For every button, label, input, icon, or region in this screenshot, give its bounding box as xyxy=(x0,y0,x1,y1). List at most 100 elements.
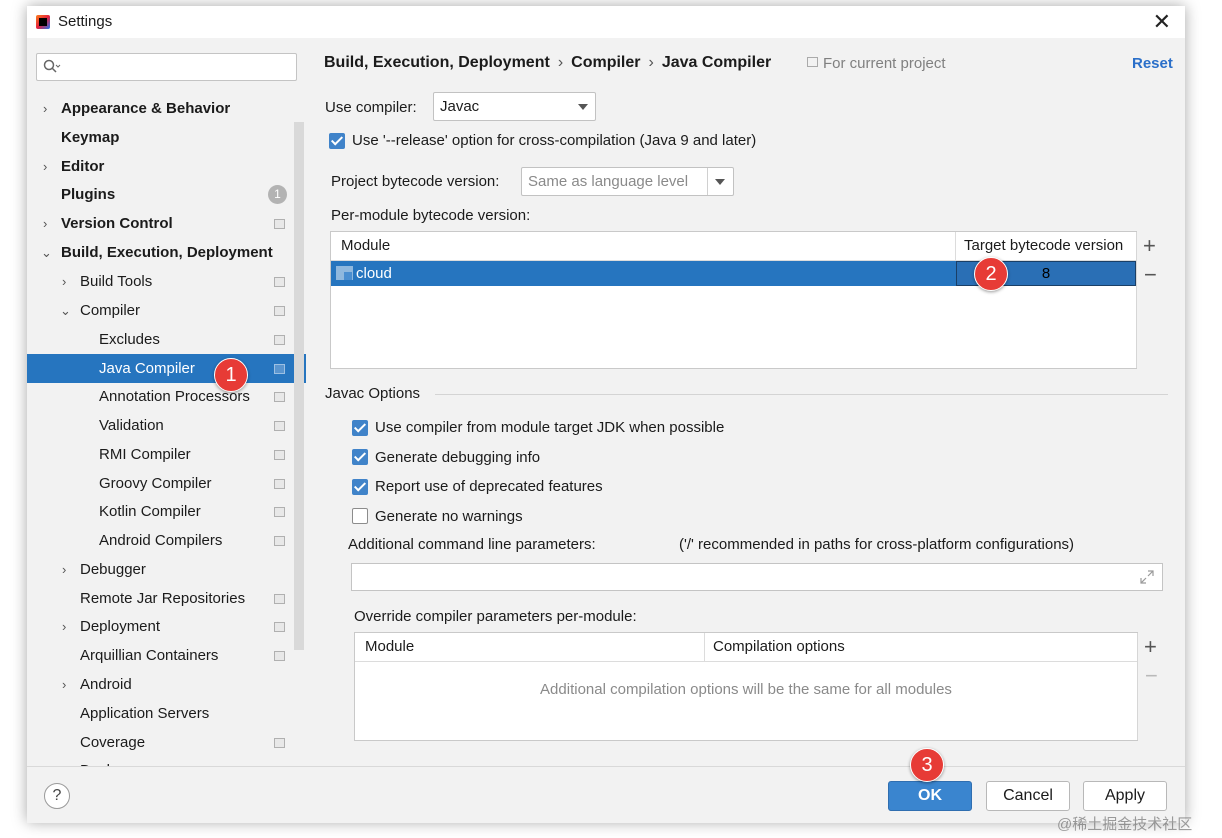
add-icon[interactable]: + xyxy=(1144,634,1157,660)
sidebar-item-android-compilers[interactable]: Android Compilers xyxy=(27,526,306,555)
chevron-down-icon xyxy=(578,104,588,110)
chevron-down-icon: ⌄ xyxy=(60,303,71,318)
sidebar-item-android[interactable]: › Android xyxy=(27,670,306,699)
chevron-right-icon: › xyxy=(62,677,67,692)
release-option-checkbox[interactable] xyxy=(329,133,345,149)
sidebar-item-label: Android Compilers xyxy=(99,532,223,549)
additional-params-input[interactable] xyxy=(351,563,1163,591)
additional-params-label: Additional command line parameters: xyxy=(348,536,596,553)
module-badge-icon xyxy=(344,272,352,280)
window-title: Settings xyxy=(58,13,113,30)
column-header-target[interactable]: Target bytecode version xyxy=(956,232,1136,261)
sidebar-item-build-tools[interactable]: › Build Tools xyxy=(27,267,306,296)
use-compiler-label: Use compiler: xyxy=(325,99,417,116)
project-bytecode-select[interactable]: Same as language level xyxy=(521,167,734,196)
intellij-app-icon xyxy=(36,15,50,29)
use-target-jdk-checkbox[interactable] xyxy=(352,420,368,436)
sidebar-item-arquillian-containers[interactable]: Arquillian Containers xyxy=(27,641,306,670)
sidebar-item-build-execution-deployment[interactable]: ⌄ Build, Execution, Deployment xyxy=(27,238,306,267)
project-scope-icon xyxy=(274,651,285,661)
sidebar-item-editor[interactable]: › Editor xyxy=(27,152,306,181)
sidebar-item-application-servers[interactable]: Application Servers xyxy=(27,699,306,728)
per-module-label: Per-module bytecode version: xyxy=(331,207,531,224)
deprecated-features-checkbox[interactable] xyxy=(352,479,368,495)
updates-count-badge: 1 xyxy=(268,185,287,204)
sidebar-item-java-compiler[interactable]: Java Compiler xyxy=(27,354,306,383)
sidebar-item-label: Java Compiler xyxy=(99,360,195,377)
override-params-toolbar: + − xyxy=(1137,633,1166,740)
help-button[interactable]: ? xyxy=(44,783,70,809)
project-scope-icon xyxy=(274,421,285,431)
sidebar-item-label: Plugins xyxy=(61,186,116,203)
debugging-info-checkbox[interactable] xyxy=(352,449,368,465)
sidebar-item-keymap[interactable]: Keymap xyxy=(27,123,306,152)
column-header-module[interactable]: Module xyxy=(355,633,705,662)
sidebar-item-label: Validation xyxy=(99,417,164,434)
chevron-right-icon: › xyxy=(62,274,67,289)
sidebar-scrollbar[interactable] xyxy=(294,122,304,650)
step-marker-2: 2 xyxy=(974,257,1008,291)
chevron-down-icon: ⌄ xyxy=(41,245,52,260)
sidebar-item-label: Compiler xyxy=(80,302,141,319)
search-icon xyxy=(43,59,61,73)
sidebar-item-label: Version Control xyxy=(61,215,173,232)
cancel-button[interactable]: Cancel xyxy=(986,781,1070,811)
apply-button[interactable]: Apply xyxy=(1083,781,1167,811)
project-scope-icon xyxy=(274,306,285,316)
sidebar-item-deployment[interactable]: › Deployment xyxy=(27,612,306,641)
sidebar-item-groovy-compiler[interactable]: Groovy Compiler xyxy=(27,469,306,498)
project-scope-icon xyxy=(274,277,285,287)
sidebar-item-label: Arquillian Containers xyxy=(80,647,219,664)
add-icon[interactable]: + xyxy=(1143,233,1156,259)
chevron-right-icon: › xyxy=(43,101,48,116)
chevron-right-icon: › xyxy=(62,619,67,634)
per-module-toolbar: + − xyxy=(1136,232,1165,368)
module-name: cloud xyxy=(356,265,392,282)
sidebar-item-compiler[interactable]: ⌄ Compiler xyxy=(27,296,306,325)
column-header-module[interactable]: Module xyxy=(331,232,956,261)
chevron-right-icon: › xyxy=(43,216,48,231)
override-params-table: Module Compilation options Additional co… xyxy=(354,632,1138,741)
step-marker-3: 3 xyxy=(910,748,944,782)
sidebar-item-kotlin-compiler[interactable]: Kotlin Compiler xyxy=(27,497,306,526)
table-row[interactable]: cloud 8 xyxy=(331,261,1136,286)
per-module-table: Module Target bytecode version cloud 8 xyxy=(330,231,1137,369)
project-scope-icon xyxy=(274,392,285,402)
sidebar-item-docker[interactable]: › Docker xyxy=(27,756,306,766)
no-warnings-checkbox[interactable] xyxy=(352,508,368,524)
remove-icon[interactable]: − xyxy=(1145,663,1158,689)
sidebar-item-validation[interactable]: Validation xyxy=(27,411,306,440)
sidebar-item-annotation-processors[interactable]: Annotation Processors xyxy=(27,382,306,411)
reset-link[interactable]: Reset xyxy=(1132,55,1173,72)
sidebar-item-plugins[interactable]: Plugins 1 xyxy=(27,180,306,209)
column-header-label: Module xyxy=(341,237,391,254)
section-divider xyxy=(435,394,1168,395)
ok-button[interactable]: OK xyxy=(888,781,972,811)
remove-icon[interactable]: − xyxy=(1144,262,1157,288)
project-scope-icon xyxy=(274,364,285,374)
column-header-label: Target bytecode version xyxy=(964,237,1124,254)
sidebar-item-label: Keymap xyxy=(61,129,120,146)
column-header-compilation-options[interactable]: Compilation options xyxy=(705,633,1137,662)
no-warnings-label: Generate no warnings xyxy=(375,508,523,525)
sidebar-item-appearance-behavior[interactable]: › Appearance & Behavior xyxy=(27,94,306,123)
close-icon[interactable]: ✕ xyxy=(1153,9,1171,35)
sidebar-item-debugger[interactable]: › Debugger xyxy=(27,555,306,584)
expand-icon[interactable] xyxy=(1140,570,1154,584)
empty-table-text: Additional compilation options will be t… xyxy=(540,681,952,698)
sidebar-item-version-control[interactable]: › Version Control xyxy=(27,209,306,238)
use-compiler-select[interactable]: Javac xyxy=(433,92,596,121)
sidebar-item-remote-jar-repositories[interactable]: Remote Jar Repositories xyxy=(27,584,306,613)
sidebar-item-label: Debugger xyxy=(80,561,146,578)
sidebar-item-rmi-compiler[interactable]: RMI Compiler xyxy=(27,440,306,469)
sidebar-item-label: Deployment xyxy=(80,618,161,635)
deprecated-features-label: Report use of deprecated features xyxy=(375,478,603,495)
step-marker-1: 1 xyxy=(214,358,248,392)
breadcrumb-item: Compiler xyxy=(571,54,641,71)
search-input[interactable] xyxy=(36,53,297,81)
column-header-label: Compilation options xyxy=(713,638,845,655)
override-params-label: Override compiler parameters per-module: xyxy=(354,608,637,625)
sidebar-item-coverage[interactable]: Coverage xyxy=(27,728,306,757)
sidebar-item-excludes[interactable]: Excludes xyxy=(27,325,306,354)
use-target-jdk-label: Use compiler from module target JDK when… xyxy=(375,419,725,436)
